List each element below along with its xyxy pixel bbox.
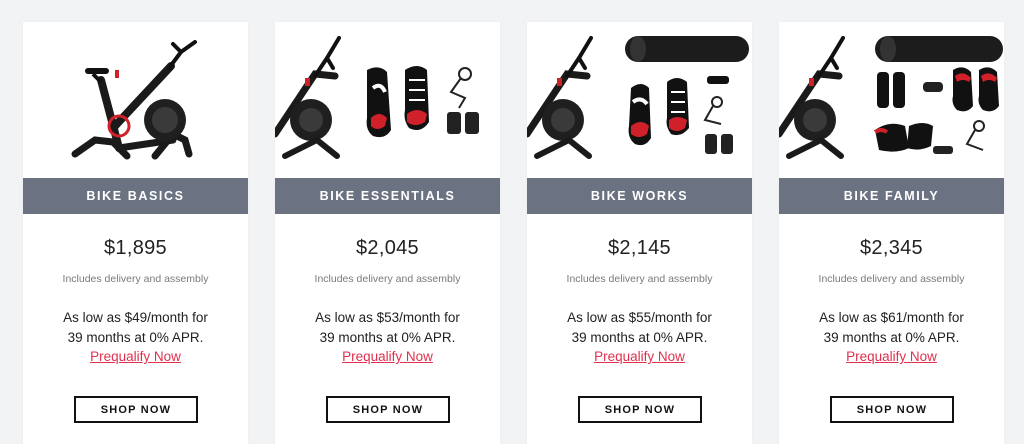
- bike-with-mat-two-shoes-weights-icon: [779, 36, 1003, 159]
- delivery-note: Includes delivery and assembly: [818, 273, 965, 285]
- financing-text: As low as $61/month for 39 months at 0% …: [779, 308, 1004, 348]
- bike-basics-image: [23, 22, 248, 178]
- package-price: $2,345: [860, 237, 923, 259]
- bike-essentials-image: [275, 22, 500, 178]
- financing-text: As low as $53/month for 39 months at 0% …: [275, 308, 500, 348]
- package-price: $2,145: [608, 237, 671, 259]
- financing-terms: 39 months at 0% APR.: [823, 330, 960, 345]
- prequalify-link[interactable]: Prequalify Now: [275, 349, 500, 364]
- delivery-note: Includes delivery and assembly: [62, 273, 209, 285]
- package-card-bike-works: BIKE WORKS $2,145 Includes delivery and …: [527, 22, 752, 444]
- package-title: BIKE FAMILY: [779, 178, 1004, 214]
- delivery-note: Includes delivery and assembly: [566, 273, 713, 285]
- package-card-bike-family: BIKE FAMILY $2,345 Includes delivery and…: [779, 22, 1004, 444]
- prequalify-link[interactable]: Prequalify Now: [23, 349, 248, 364]
- package-card-bike-basics: BIKE BASICS $1,895 Includes delivery and…: [23, 22, 248, 444]
- bike-icon: [71, 40, 197, 160]
- prequalify-link[interactable]: Prequalify Now: [779, 349, 1004, 364]
- package-title: BIKE WORKS: [527, 178, 752, 214]
- financing-terms: 39 months at 0% APR.: [319, 330, 456, 345]
- financing-text: As low as $55/month for 39 months at 0% …: [527, 308, 752, 348]
- financing-monthly: As low as $53/month for: [315, 310, 460, 325]
- prequalify-link[interactable]: Prequalify Now: [527, 349, 752, 364]
- financing-terms: 39 months at 0% APR.: [67, 330, 204, 345]
- shop-now-button[interactable]: SHOP NOW: [326, 396, 450, 423]
- financing-monthly: As low as $61/month for: [819, 310, 964, 325]
- shop-now-button[interactable]: SHOP NOW: [830, 396, 954, 423]
- financing-terms: 39 months at 0% APR.: [571, 330, 708, 345]
- package-card-bike-essentials: BIKE ESSENTIALS $2,045 Includes delivery…: [275, 22, 500, 444]
- financing-monthly: As low as $49/month for: [63, 310, 208, 325]
- shop-now-button[interactable]: SHOP NOW: [74, 396, 198, 423]
- bike-family-image: [779, 22, 1004, 178]
- shop-now-button[interactable]: SHOP NOW: [578, 396, 702, 423]
- bike-with-mat-shoes-weights-icon: [527, 36, 749, 159]
- package-price: $1,895: [104, 237, 167, 259]
- package-title: BIKE BASICS: [23, 178, 248, 214]
- package-title: BIKE ESSENTIALS: [275, 178, 500, 214]
- financing-monthly: As low as $55/month for: [567, 310, 712, 325]
- package-price: $2,045: [356, 237, 419, 259]
- bike-works-image: [527, 22, 752, 178]
- financing-text: As low as $49/month for 39 months at 0% …: [23, 308, 248, 348]
- bike-with-shoes-weights-icon: [275, 36, 479, 159]
- delivery-note: Includes delivery and assembly: [314, 273, 461, 285]
